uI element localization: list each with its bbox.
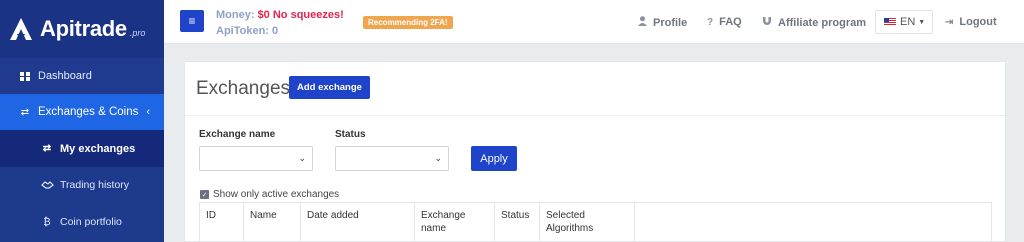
- topbar: ≡ Money: $0 No squeezes! ApiToken: 0 Rec…: [164, 0, 1024, 44]
- sidebar-item-label: Exchanges & Coins: [38, 106, 139, 118]
- sidebar-item-coin-portfolio[interactable]: ₿ Coin portfolio: [0, 207, 164, 237]
- user-icon: [638, 16, 647, 29]
- faq-link[interactable]: ? FAQ: [707, 16, 742, 28]
- sidebar-item-dashboard[interactable]: Dashboard: [0, 62, 164, 90]
- apitoken-value: 0: [272, 25, 279, 37]
- exchange-name-label: Exchange name: [199, 129, 276, 140]
- apply-button[interactable]: Apply: [471, 146, 517, 171]
- logout-label: Logout: [959, 16, 997, 28]
- apitoken-label: ApiToken:: [216, 25, 269, 37]
- faq-label: FAQ: [719, 16, 742, 28]
- chevron-left-icon: ‹: [146, 106, 150, 118]
- money-display: Money: $0 No squeezes!: [216, 9, 344, 21]
- brand-suffix: .pro: [129, 28, 146, 38]
- exchanges-table: ID Name Date added Exchange name Status …: [199, 202, 992, 242]
- language-label: EN: [900, 16, 916, 28]
- exchange-arrows-icon: ⇄: [42, 143, 52, 154]
- column-header-selected-algorithms[interactable]: Selected Algorithms: [540, 203, 635, 242]
- sidebar-item-exchanges-coins[interactable]: ⇄ Exchanges & Coins ‹: [0, 94, 164, 130]
- status-select[interactable]: ⌄: [335, 146, 449, 171]
- sidebar-item-label: My exchanges: [60, 142, 136, 155]
- brand-name: Apitrade: [40, 16, 127, 41]
- logout-icon: ⇥: [945, 16, 954, 28]
- status-label: Status: [335, 129, 366, 140]
- apitrade-logo-icon: [10, 18, 32, 40]
- brand[interactable]: Apitrade .pro: [0, 0, 164, 58]
- question-icon: ?: [707, 16, 714, 28]
- recommend-2fa-badge[interactable]: Recommending 2FA!: [363, 16, 453, 29]
- column-header-exchange-name[interactable]: Exchange name: [415, 203, 495, 242]
- profile-label: Profile: [653, 16, 688, 29]
- column-header-name[interactable]: Name: [244, 203, 301, 242]
- column-header-date-added[interactable]: Date added: [301, 203, 415, 242]
- bitcoin-icon: ₿: [43, 216, 51, 228]
- profile-link[interactable]: Profile: [638, 16, 687, 29]
- logout-link[interactable]: ⇥ Logout: [945, 16, 997, 28]
- column-header-status[interactable]: Status: [495, 203, 540, 242]
- affiliate-link[interactable]: Affiliate program: [762, 16, 866, 29]
- chevron-down-icon: ⌄: [434, 153, 442, 163]
- sidebar-item-my-exchanges[interactable]: ⇄ My exchanges: [0, 130, 164, 167]
- sidebar-item-label: Trading history: [60, 179, 130, 191]
- page-title: Exchanges: [196, 78, 291, 99]
- affiliate-label: Affiliate program: [778, 16, 867, 29]
- caret-down-icon: ▼: [918, 18, 926, 26]
- dashboard-icon: [18, 71, 32, 81]
- show-active-label: Show only active exchanges: [213, 189, 340, 200]
- handshake-icon: [40, 181, 54, 189]
- money-value: $0 No squeezes!: [257, 9, 344, 21]
- exchanges-card: Exchanges Add exchange Exchange name ⌄ S…: [184, 61, 1006, 242]
- checkbox-checked-icon: ✓: [200, 190, 209, 199]
- hamburger-icon: ≡: [188, 14, 196, 28]
- us-flag-icon: [884, 18, 896, 26]
- add-exchange-button[interactable]: Add exchange: [289, 76, 370, 99]
- chevron-down-icon: ⌄: [298, 153, 306, 163]
- magnet-icon: [762, 16, 772, 29]
- exchange-name-select[interactable]: ⌄: [199, 146, 313, 171]
- money-label: Money:: [216, 9, 255, 21]
- sidebar-item-label: Coin portfolio: [60, 216, 122, 228]
- menu-toggle-button[interactable]: ≡: [180, 10, 204, 32]
- column-header-id[interactable]: ID: [200, 203, 244, 242]
- sidebar-item-label: Dashboard: [38, 70, 92, 82]
- card-header: Exchanges Add exchange: [185, 62, 1005, 116]
- apitoken-display: ApiToken: 0: [216, 25, 278, 37]
- show-active-checkbox[interactable]: ✓ Show only active exchanges: [200, 189, 339, 200]
- sidebar-item-trading-history[interactable]: Trading history: [0, 170, 164, 200]
- language-select[interactable]: EN ▼: [875, 10, 933, 34]
- exchange-arrows-icon: ⇄: [20, 106, 30, 118]
